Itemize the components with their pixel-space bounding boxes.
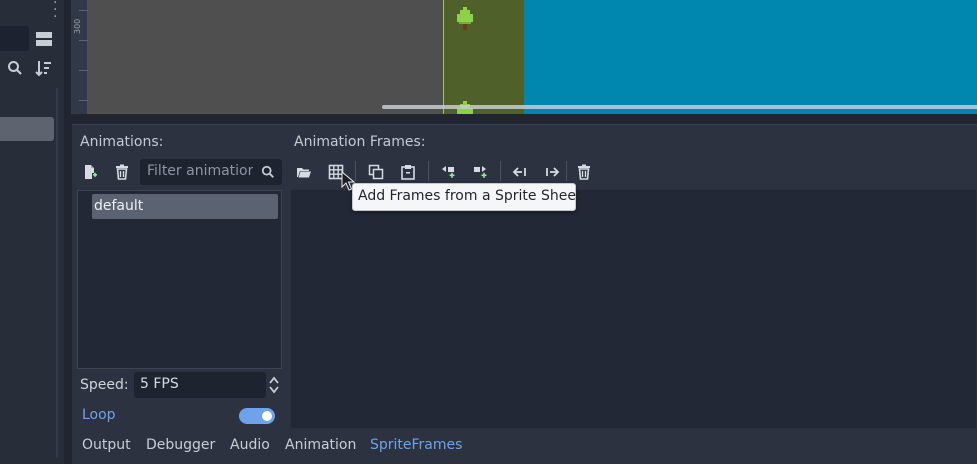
search-icon [261,165,274,178]
open-folder-icon[interactable] [292,160,316,184]
toolbar-separator [500,161,501,181]
toolbar-separator [355,161,356,181]
paste-icon[interactable] [396,160,420,184]
viewport-canvas[interactable] [88,0,977,114]
vertical-ruler [71,0,88,114]
insert-frame-after-icon[interactable] [468,160,492,184]
animations-label: Animations: [80,134,164,150]
sort-icon[interactable] [33,57,55,79]
loop-toggle[interactable] [239,408,275,424]
ruler-label: 300 [73,18,82,34]
insert-frame-before-icon[interactable] [436,160,460,184]
spinner-arrows-icon[interactable] [268,375,280,395]
tab-animation[interactable]: Animation [285,437,356,453]
viewport-hscrollbar[interactable] [382,105,977,109]
dock-selected-row[interactable] [0,117,54,141]
animations-list[interactable]: default [77,190,282,369]
delete-frame-icon[interactable] [572,160,596,184]
filter-animations-input[interactable] [140,159,282,185]
dock-scrollbar[interactable] [56,88,58,458]
tab-debugger[interactable]: Debugger [146,437,215,453]
move-frame-right-icon[interactable] [540,160,564,184]
more-icon[interactable]: · · · [53,0,59,24]
move-frame-left-icon[interactable] [508,160,532,184]
tab-spriteframes[interactable]: SpriteFrames [370,437,462,453]
animation-frames-area[interactable] [290,189,977,429]
loop-label: Loop [82,407,116,423]
tab-output[interactable]: Output [82,437,131,453]
tree-sprite [457,7,473,30]
delete-animation-icon[interactable] [110,160,134,184]
toggle-knob [262,411,272,421]
tab-audio[interactable]: Audio [230,437,270,453]
speed-label: Speed: [80,377,129,393]
ruler-tick [79,10,88,11]
dock-filter-input[interactable] [0,26,29,51]
toolbar-separator [566,161,567,181]
search-icon[interactable] [4,57,26,79]
toolbar-separator [428,161,429,181]
layout-icon[interactable] [33,28,55,50]
left-dock [0,0,64,464]
ruler-tick [79,70,88,71]
water-tiles [524,0,977,114]
mouse-cursor-icon [341,171,355,191]
copy-icon[interactable] [364,160,388,184]
ruler-tick [79,100,88,101]
viewport-guide-line [443,0,444,114]
new-animation-icon[interactable] [78,160,102,184]
tooltip: Add Frames from a Sprite Sheet [352,183,581,211]
list-item[interactable]: default [92,194,278,219]
animation-frames-label: Animation Frames: [294,134,426,150]
speed-input[interactable]: 5 FPS [134,372,266,398]
ruler-tick [79,40,88,41]
filter-animations-field[interactable] [141,160,259,182]
